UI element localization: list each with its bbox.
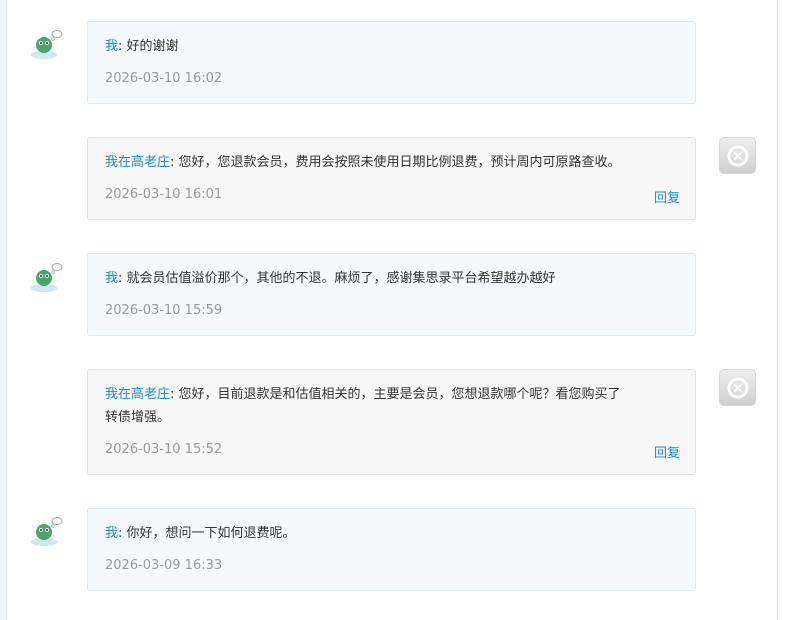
default-avatar-icon[interactable] — [719, 369, 756, 406]
frog-avatar-icon[interactable] — [30, 515, 64, 549]
reply-link[interactable]: 回复 — [654, 187, 680, 206]
sender-name[interactable]: 我在高老庄 — [105, 155, 170, 170]
message-time: 2026-03-10 16:01 — [105, 187, 223, 202]
message-time: 2026-03-10 16:02 — [105, 71, 223, 86]
message-bubble: 我: 就会员估值溢价那个，其他的不退。麻烦了，感谢集思录平台希望越办越好 202… — [87, 253, 696, 336]
message-content: 您好，目前退款是和估值相关的，主要是会员，您想退款哪个呢？看您购买了 — [178, 387, 621, 402]
message-time: 2026-03-10 15:52 — [105, 442, 223, 457]
message-time: 2026-03-09 16:33 — [105, 558, 223, 573]
reply-link[interactable]: 回复 — [654, 442, 680, 461]
sender-name[interactable]: 我 — [105, 271, 118, 286]
message-content: 你好，想问一下如何退费呢。 — [126, 526, 296, 541]
message-text-line: 我在高老庄: 您好，目前退款是和估值相关的，主要是会员，您想退款哪个呢？看您购买… — [105, 383, 621, 406]
message-content: 您好，您退款会员，费用会按照未使用日期比例退费，预计周内可原路查收。 — [178, 155, 621, 170]
separator: : — [170, 387, 179, 402]
message-text-line: 我: 你好，想问一下如何退费呢。 — [105, 522, 296, 545]
frog-avatar-icon[interactable] — [30, 28, 64, 62]
sender-name[interactable]: 我在高老庄 — [105, 387, 170, 402]
separator: : — [118, 39, 127, 54]
left-border — [0, 0, 7, 620]
default-avatar-icon[interactable] — [719, 137, 756, 174]
message-text-line: 我在高老庄: 您好，您退款会员，费用会按照未使用日期比例退费，预计周内可原路查收… — [105, 151, 621, 174]
message-content: 就会员估值溢价那个，其他的不退。麻烦了，感谢集思录平台希望越办越好 — [126, 271, 556, 286]
message-text-line: 我: 就会员估值溢价那个，其他的不退。麻烦了，感谢集思录平台希望越办越好 — [105, 267, 556, 290]
separator: : — [118, 526, 127, 541]
message-bubble: 我: 好的谢谢 2026-03-10 16:02 — [87, 21, 696, 104]
sender-name[interactable]: 我 — [105, 526, 118, 541]
frog-avatar-icon[interactable] — [30, 261, 64, 295]
separator: : — [170, 155, 179, 170]
message-content: 好的谢谢 — [126, 39, 179, 54]
message-content-line2: 转债增强。 — [105, 410, 171, 425]
sender-name[interactable]: 我 — [105, 39, 118, 54]
message-time: 2026-03-10 15:59 — [105, 303, 223, 318]
message-bubble: 我在高老庄: 您好，目前退款是和估值相关的，主要是会员，您想退款哪个呢？看您购买… — [87, 369, 696, 475]
separator: : — [118, 271, 127, 286]
right-border — [777, 0, 778, 620]
message-bubble: 我: 你好，想问一下如何退费呢。 2026-03-09 16:33 — [87, 508, 696, 591]
message-bubble: 我在高老庄: 您好，您退款会员，费用会按照未使用日期比例退费，预计周内可原路查收… — [87, 137, 696, 220]
message-text-line: 我: 好的谢谢 — [105, 35, 179, 58]
